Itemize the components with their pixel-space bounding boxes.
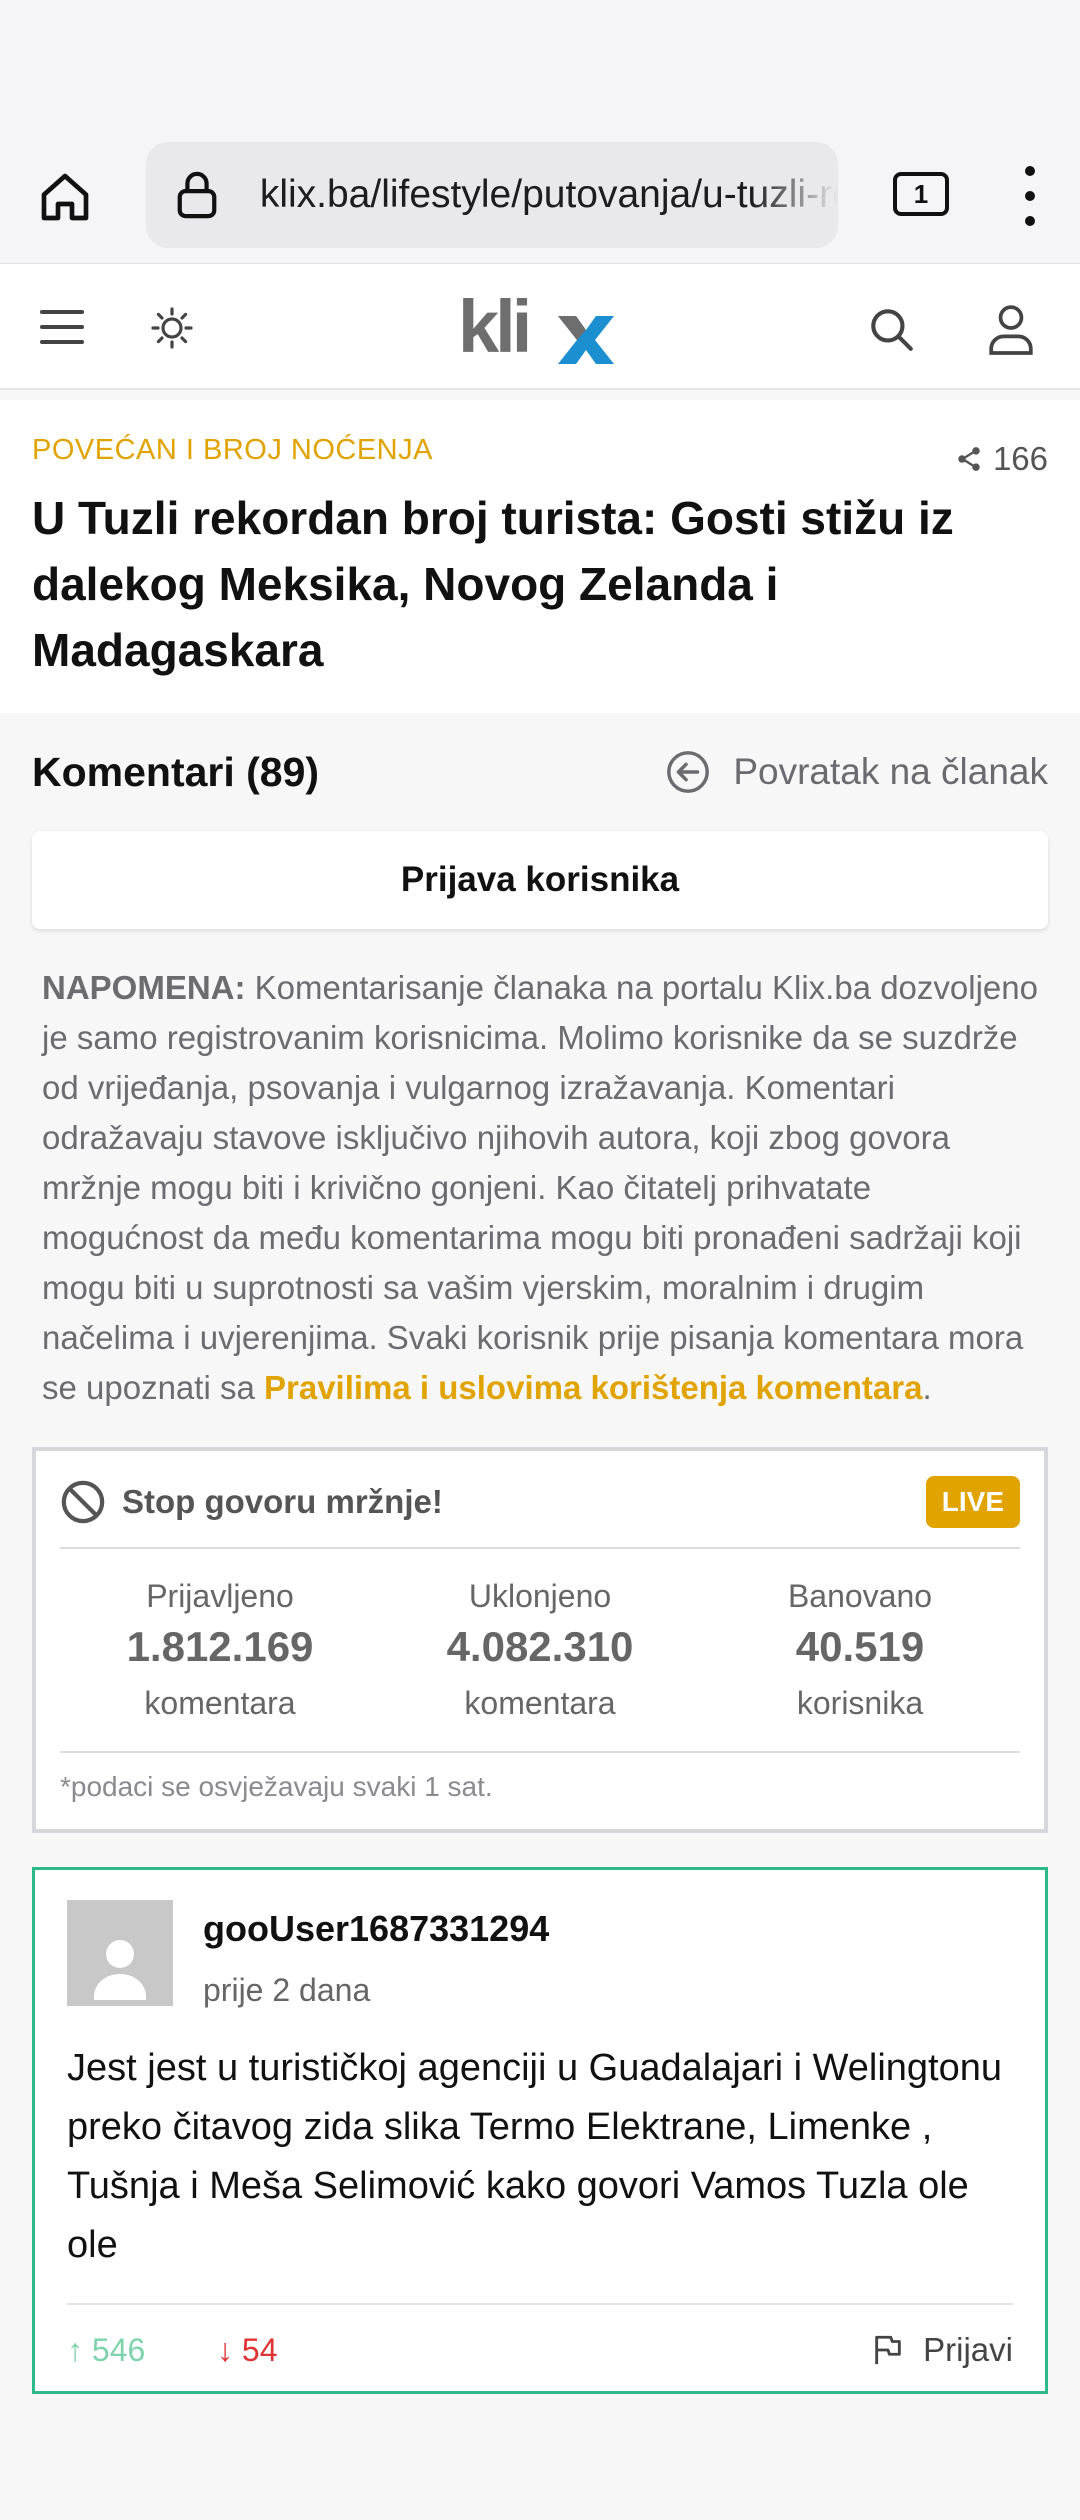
user-silhouette-icon <box>94 1940 146 2000</box>
stat-value: 4.082.310 <box>446 1623 634 1670</box>
stat-unit: korisnika <box>796 1685 924 1721</box>
report-button[interactable]: Prijavi <box>871 2331 1013 2369</box>
stat-banned: Banovano 40.519 korisnika <box>710 1573 1010 1731</box>
stat-label: Uklonjeno <box>468 1578 612 1614</box>
stats-footnote: *podaci se osvježavaju svaki 1 sat. <box>60 1771 493 1802</box>
article-title[interactable]: U Tuzli rekordan broj turista: Gosti sti… <box>32 485 1022 683</box>
site-header: kli <box>0 264 1080 390</box>
rules-link[interactable]: Pravilima i uslovima korištenja komentar… <box>264 1369 922 1406</box>
hamburger-menu-icon[interactable] <box>40 310 84 344</box>
upvote-button[interactable]: ↑ 546 <box>67 2332 217 2369</box>
stat-value: 1.812.169 <box>126 1623 314 1670</box>
arrow-left-circle-icon <box>667 751 710 793</box>
article-header: POVEĆAN I BROJ NOĆENJA 166 U Tuzli rekor… <box>0 400 1080 713</box>
comments-note: NAPOMENA: Komentarisanje članaka na port… <box>32 963 1048 1413</box>
home-button[interactable] <box>30 162 100 232</box>
stats-box-title-text: Stop govoru mržnje! <box>122 1483 443 1520</box>
stats-box-title: Stop govoru mržnje! <box>60 1479 443 1525</box>
back-link-label: Povratak na članak <box>733 751 1048 792</box>
stats-box-header: Stop govoru mržnje! LIVE <box>60 1471 1020 1549</box>
stat-reported: Prijavljeno 1.812.169 komentara <box>70 1573 370 1731</box>
note-label: NAPOMENA: <box>42 969 246 1006</box>
search-icon[interactable] <box>866 304 916 354</box>
comment-header: gooUser1687331294 prije 2 dana <box>67 1900 1013 2009</box>
note-text: Komentarisanje članaka na portalu Klix.b… <box>42 969 1038 1406</box>
downvote-button[interactable]: ↓ 54 <box>217 2332 277 2369</box>
url-text: klix.ba/lifestyle/putovanja/u-tuzli-reko… <box>259 173 838 216</box>
login-button[interactable]: Prijava korisnika <box>32 831 1048 929</box>
article-kicker: POVEĆAN I BROJ NOĆENJA <box>32 434 433 466</box>
svg-text:kli: kli <box>458 290 528 366</box>
comment-username[interactable]: gooUser1687331294 <box>203 1908 549 1950</box>
theme-toggle-sun-icon[interactable] <box>148 304 196 352</box>
back-to-article-link[interactable]: Povratak na članak <box>665 749 1048 795</box>
comment-body: Jest jest u turističkoj agenciji u Guada… <box>67 2047 1002 2266</box>
address-bar[interactable]: klix.ba/lifestyle/putovanja/u-tuzli-reko… <box>146 142 838 248</box>
prohibited-icon <box>61 1480 105 1524</box>
comments-header: Komentari (89) Povratak na članak <box>32 713 1048 831</box>
stat-label: Banovano <box>787 1578 933 1614</box>
stat-removed: Uklonjeno 4.082.310 komentara <box>390 1573 690 1731</box>
share-icon <box>958 447 980 471</box>
lock-icon <box>174 169 232 221</box>
browser-toolbar: klix.ba/lifestyle/putovanja/u-tuzli-reko… <box>0 132 1080 264</box>
share-count-value: 166 <box>992 440 1048 477</box>
tab-switcher-button[interactable]: 1 <box>893 172 949 216</box>
stat-unit: komentara <box>464 1685 616 1721</box>
status-bar-area <box>0 0 1080 132</box>
share-count[interactable]: 166 <box>955 440 1048 478</box>
stats-row: Prijavljeno 1.812.169 komentara Uklonjen… <box>60 1549 1020 1753</box>
flag-icon <box>875 2335 901 2365</box>
note-end: . <box>922 1369 932 1406</box>
live-badge: LIVE <box>925 1476 1020 1528</box>
browser-menu-icon[interactable] <box>1010 166 1050 226</box>
klix-logo[interactable]: kli <box>458 290 614 366</box>
comments-title: Komentari (89) <box>32 748 320 795</box>
home-icon <box>41 173 89 221</box>
comment-timestamp: prije 2 dana <box>203 1972 371 2008</box>
stat-label: Prijavljeno <box>146 1578 294 1614</box>
comment-card: gooUser1687331294 prije 2 dana Jest jest… <box>32 1867 1048 2394</box>
stat-unit: komentara <box>144 1685 296 1721</box>
hate-speech-stats-box: Stop govoru mržnje! LIVE Prijavljeno 1.8… <box>32 1447 1048 1833</box>
report-label: Prijavi <box>923 2331 1013 2368</box>
stat-value: 40.519 <box>795 1623 925 1670</box>
avatar[interactable] <box>67 1900 173 2006</box>
user-account-icon[interactable] <box>986 300 1036 356</box>
comment-footer: ↑ 546 ↓ 54 Prijavi <box>67 2303 1013 2369</box>
comments-section: Komentari (89) Povratak na članak Prijav… <box>0 713 1080 2394</box>
